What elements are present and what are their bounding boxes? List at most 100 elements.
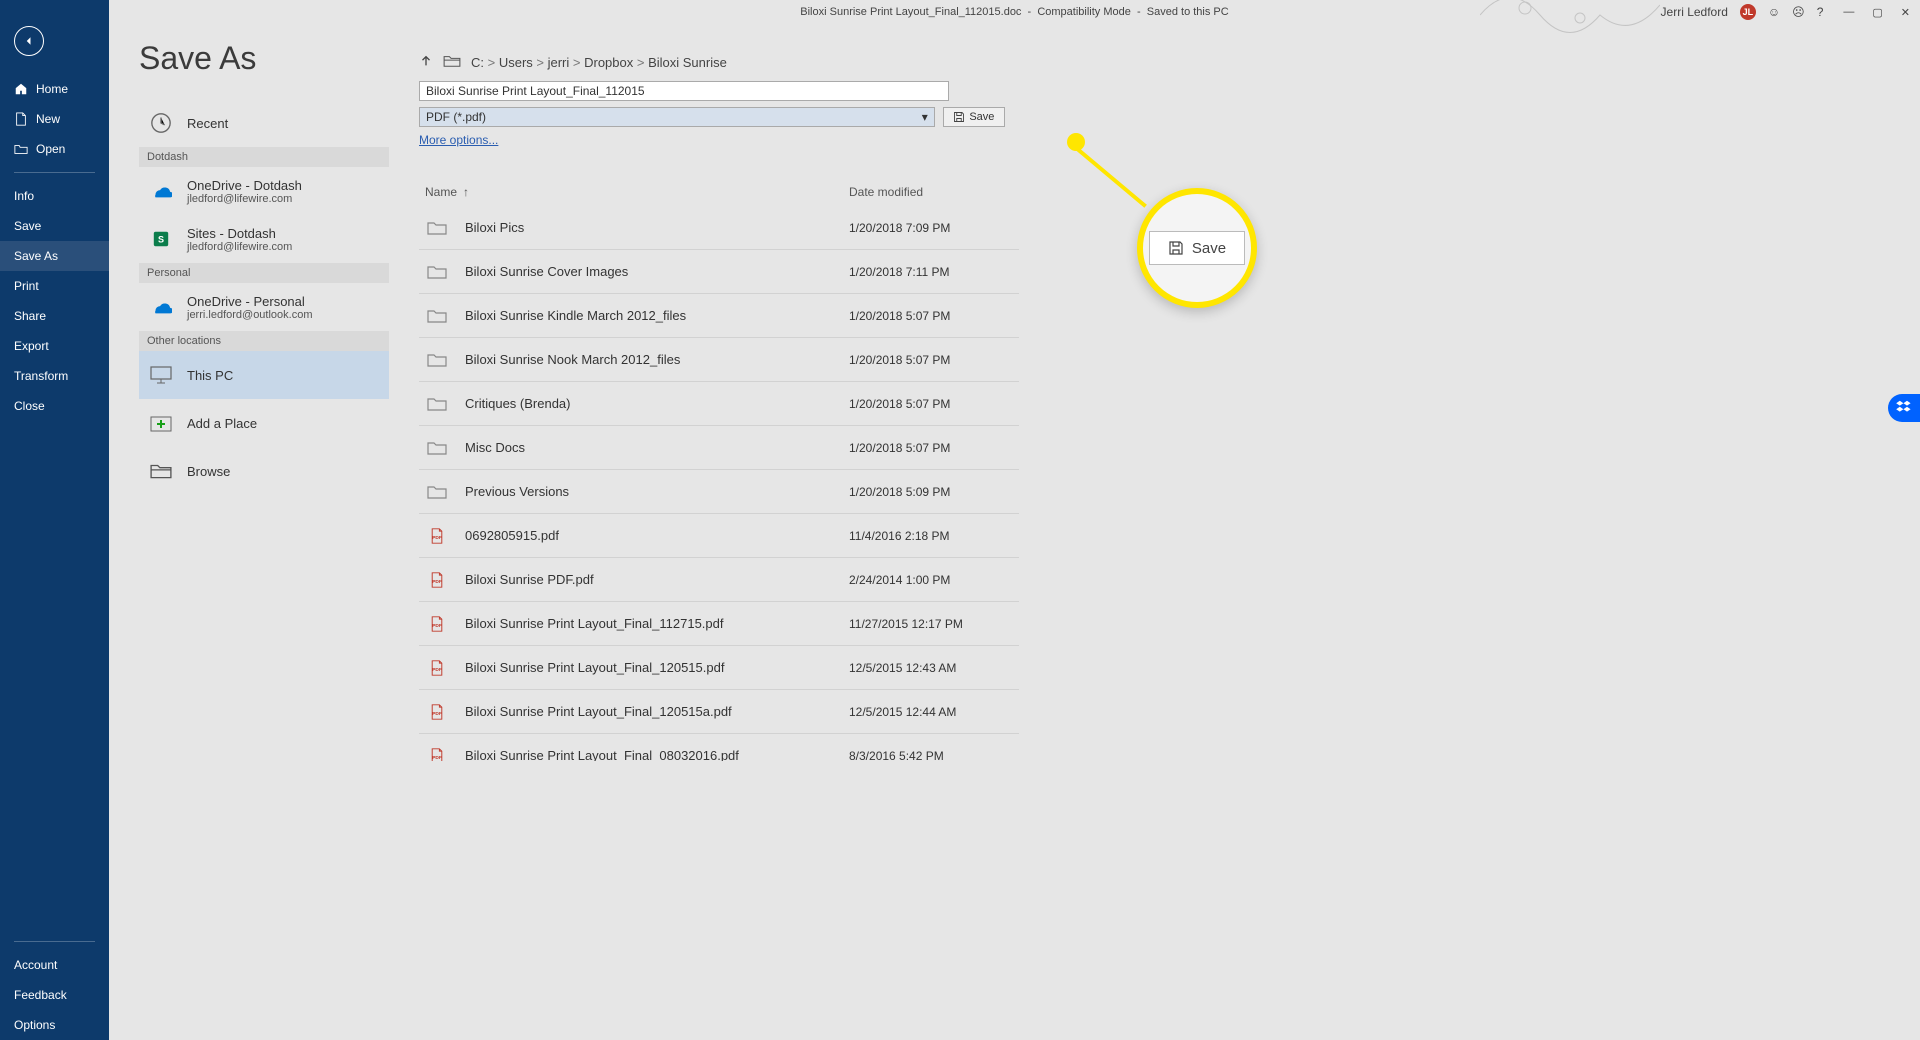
nav-divider: [14, 941, 95, 942]
column-date[interactable]: Date modified: [849, 185, 1019, 199]
doc-title: Biloxi Sunrise Print Layout_Final_112015…: [800, 6, 1228, 18]
file-list-header: Name ↑ Date modified: [419, 179, 1019, 205]
location-title: Browse: [187, 464, 230, 479]
onedrive-icon: [147, 293, 175, 321]
nav-save-as[interactable]: Save As: [0, 241, 109, 271]
user-name[interactable]: Jerri Ledford: [1661, 5, 1728, 19]
location-item[interactable]: This PC: [139, 351, 389, 399]
nav-label: Print: [14, 279, 39, 293]
file-row[interactable]: Biloxi Sunrise Print Layout_Final_120515…: [419, 690, 1019, 734]
maximize-button[interactable]: ▢: [1872, 6, 1882, 19]
folder-row[interactable]: Critiques (Brenda) 1/20/2018 5:07 PM: [419, 382, 1019, 426]
nav-print[interactable]: Print: [0, 271, 109, 301]
location-title: OneDrive - Dotdash: [187, 178, 302, 193]
breadcrumb-separator: >: [484, 55, 499, 70]
more-options-link[interactable]: More options...: [419, 133, 498, 147]
folder-row[interactable]: Biloxi Sunrise Cover Images 1/20/2018 7:…: [419, 250, 1019, 294]
save-button-label: Save: [969, 111, 994, 123]
breadcrumb-segment[interactable]: C:: [471, 55, 484, 70]
nav-home[interactable]: Home: [0, 74, 109, 104]
row-date: 1/20/2018 5:07 PM: [849, 353, 1019, 367]
row-name: Misc Docs: [465, 440, 849, 455]
breadcrumb-separator: >: [569, 55, 584, 70]
location-title: OneDrive - Personal: [187, 294, 313, 309]
nav-divider: [14, 172, 95, 173]
pdf-icon: [425, 704, 449, 720]
location-item[interactable]: Sites - Dotdashjledford@lifewire.com: [139, 215, 389, 263]
location-item[interactable]: OneDrive - Dotdashjledford@lifewire.com: [139, 167, 389, 215]
nav-export[interactable]: Export: [0, 331, 109, 361]
location-sub: jledford@lifewire.com: [187, 193, 302, 205]
format-value: PDF (*.pdf): [426, 110, 486, 124]
nav-open[interactable]: Open: [0, 134, 109, 164]
file-row[interactable]: Biloxi Sunrise Print Layout_Final_120515…: [419, 646, 1019, 690]
row-date: 8/3/2016 5:42 PM: [849, 749, 1019, 762]
file-row[interactable]: Biloxi Sunrise PDF.pdf 2/24/2014 1:00 PM: [419, 558, 1019, 602]
breadcrumb-separator: >: [533, 55, 548, 70]
face-sad-icon[interactable]: ☹: [1792, 5, 1805, 19]
row-name: Biloxi Pics: [465, 220, 849, 235]
folder-row[interactable]: Biloxi Pics 1/20/2018 7:09 PM: [419, 206, 1019, 250]
row-name: Previous Versions: [465, 484, 849, 499]
nav-transform[interactable]: Transform: [0, 361, 109, 391]
row-name: Biloxi Sunrise Nook March 2012_files: [465, 352, 849, 367]
minimize-button[interactable]: —: [1843, 6, 1854, 19]
close-button[interactable]: ✕: [1901, 6, 1910, 19]
back-button[interactable]: [14, 26, 44, 56]
breadcrumb-segment[interactable]: jerri: [548, 55, 570, 70]
row-name: Critiques (Brenda): [465, 396, 849, 411]
row-date: 1/20/2018 5:07 PM: [849, 309, 1019, 323]
save-icon: [1168, 240, 1184, 256]
location-label: Recent: [187, 116, 228, 131]
filename-input[interactable]: [419, 81, 949, 101]
file-row[interactable]: Biloxi Sunrise Print Layout_Final_112715…: [419, 602, 1019, 646]
titlebar: Biloxi Sunrise Print Layout_Final_112015…: [109, 0, 1920, 24]
location-item[interactable]: Add a Place: [139, 399, 389, 447]
place-icon: [147, 409, 175, 437]
nav-options[interactable]: Options: [0, 1010, 109, 1040]
folder-row[interactable]: Biloxi Sunrise Kindle March 2012_files 1…: [419, 294, 1019, 338]
nav-close[interactable]: Close: [0, 391, 109, 421]
pdf-icon: [425, 572, 449, 588]
column-name[interactable]: Name ↑: [419, 185, 849, 199]
avatar[interactable]: JL: [1740, 4, 1756, 20]
location-item[interactable]: OneDrive - Personaljerri.ledford@outlook…: [139, 283, 389, 331]
open-icon: [14, 142, 28, 156]
location-title: This PC: [187, 368, 233, 383]
breadcrumb-segment[interactable]: Users: [499, 55, 533, 70]
face-happy-icon[interactable]: ☺: [1768, 5, 1780, 19]
location-item[interactable]: Browse: [139, 447, 389, 495]
up-button[interactable]: [419, 54, 433, 71]
nav-save[interactable]: Save: [0, 211, 109, 241]
breadcrumb-segment[interactable]: Biloxi Sunrise: [648, 55, 727, 70]
folder-row[interactable]: Biloxi Sunrise Nook March 2012_files 1/2…: [419, 338, 1019, 382]
location-title: Sites - Dotdash: [187, 226, 292, 241]
row-name: Biloxi Sunrise PDF.pdf: [465, 572, 849, 587]
nav-share[interactable]: Share: [0, 301, 109, 331]
help-icon[interactable]: ?: [1817, 5, 1824, 19]
nav-label: Share: [14, 309, 46, 323]
nav-account[interactable]: Account: [0, 950, 109, 980]
folder-row[interactable]: Misc Docs 1/20/2018 5:07 PM: [419, 426, 1019, 470]
dropbox-tab[interactable]: [1888, 394, 1920, 422]
nav-label: Feedback: [14, 988, 67, 1002]
folder-icon: [425, 220, 449, 236]
nav-info[interactable]: Info: [0, 181, 109, 211]
save-button[interactable]: Save: [943, 107, 1005, 127]
folder-row[interactable]: Previous Versions 1/20/2018 5:09 PM: [419, 470, 1019, 514]
nav-feedback[interactable]: Feedback: [0, 980, 109, 1010]
format-select[interactable]: PDF (*.pdf) ▾: [419, 107, 935, 127]
row-date: 1/20/2018 7:09 PM: [849, 221, 1019, 235]
nav-new[interactable]: New: [0, 104, 109, 134]
row-date: 1/20/2018 5:09 PM: [849, 485, 1019, 499]
file-row[interactable]: Biloxi Sunrise Print Layout_Final_080320…: [419, 734, 1019, 761]
row-name: Biloxi Sunrise Print Layout_Final_120515…: [465, 660, 849, 675]
breadcrumb-segment[interactable]: Dropbox: [584, 55, 633, 70]
file-row[interactable]: 0692805915.pdf 11/4/2016 2:18 PM: [419, 514, 1019, 558]
folder-icon: [425, 352, 449, 368]
callout-anchor: [1067, 133, 1085, 151]
folder-icon: [425, 264, 449, 280]
location-section-header: Personal: [139, 263, 389, 283]
row-name: Biloxi Sunrise Cover Images: [465, 264, 849, 279]
location-recent[interactable]: Recent: [139, 99, 389, 147]
